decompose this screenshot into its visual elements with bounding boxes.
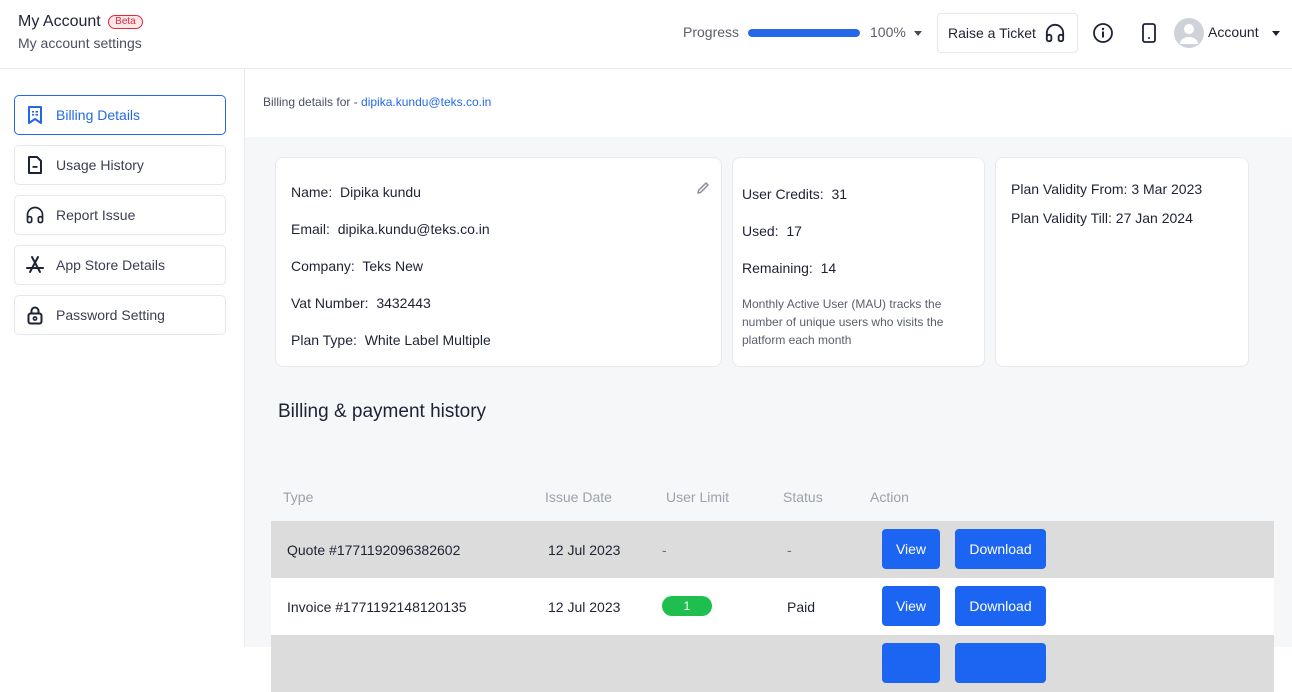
avatar[interactable]: [1174, 18, 1204, 48]
plan-validity-card: Plan Validity From: 3 Mar 2023 Plan Vali…: [995, 157, 1249, 367]
table-row: Invoice #1771192148120135 12 Jul 2023 1 …: [271, 578, 1274, 635]
company-value: Teks New: [362, 258, 424, 274]
sidebar: Billing Details Usage History Report Iss…: [0, 69, 245, 647]
sidebar-item-label: Usage History: [56, 157, 144, 173]
row-type: Quote #1771192096382602: [287, 542, 461, 558]
progress-fill: [748, 29, 860, 37]
used-value: 17: [786, 223, 802, 239]
sidebar-item-usage-history[interactable]: Usage History: [14, 145, 226, 185]
row-issue-date: 12 Jul 2023: [548, 542, 621, 558]
table-row: [271, 635, 1274, 692]
info-icon[interactable]: [1092, 22, 1114, 49]
remaining-label: Remaining:: [742, 260, 813, 276]
profile-plan-type: Plan Type: White Label Multiple: [291, 332, 491, 348]
sidebar-item-billing-details[interactable]: Billing Details: [14, 95, 226, 135]
page-subtitle: My account settings: [18, 35, 142, 52]
billing-for-text: Billing details for - dipika.kundu@teks.…: [263, 95, 491, 109]
billing-for-bar: Billing details for - dipika.kundu@teks.…: [245, 69, 1292, 137]
sidebar-item-report-issue[interactable]: Report Issue: [14, 195, 226, 235]
column-header-status: Status: [783, 489, 823, 505]
view-button[interactable]: View: [882, 529, 940, 569]
download-button[interactable]: Download: [955, 529, 1046, 569]
edit-pencil-icon[interactable]: [695, 180, 711, 201]
row-type: Invoice #1771192148120135: [287, 599, 467, 615]
progress-percent: 100%: [870, 24, 906, 40]
progress-bar: [748, 29, 860, 37]
user-limit-badge: 1: [662, 596, 712, 616]
view-button[interactable]: [882, 643, 940, 683]
progress-dropdown-caret-icon[interactable]: [914, 31, 922, 36]
column-header-issue-date: Issue Date: [545, 489, 612, 505]
row-status: -: [787, 542, 792, 558]
document-icon: [25, 155, 45, 175]
name-label: Name:: [291, 184, 333, 200]
page-title: My Account: [18, 13, 101, 30]
main-content: Billing details for - dipika.kundu@teks.…: [245, 69, 1292, 692]
vat-label: Vat Number:: [291, 295, 369, 311]
column-header-user-limit: User Limit: [666, 489, 730, 505]
headphones-icon: [25, 205, 45, 225]
mobile-phone-icon[interactable]: [1140, 22, 1158, 49]
sidebar-item-label: Billing Details: [56, 107, 141, 123]
user-icon: [1180, 24, 1198, 44]
history-section-title: Billing & payment history: [278, 401, 487, 422]
sidebar-item-label: App Store Details: [56, 257, 165, 273]
sidebar-item-label: Report Issue: [56, 207, 136, 223]
billing-email-link[interactable]: dipika.kundu@teks.co.in: [361, 95, 491, 109]
user-credits: User Credits: 31: [742, 186, 847, 202]
user-credits-label: User Credits:: [742, 186, 824, 202]
sidebar-item-password-setting[interactable]: Password Setting: [14, 295, 226, 335]
top-header: My Account Beta My account settings Prog…: [0, 0, 1292, 69]
profile-email: Email: dipika.kundu@teks.co.in: [291, 221, 490, 237]
profile-name: Name: Dipika kundu: [291, 184, 421, 200]
plan-validity-from: Plan Validity From: 3 Mar 2023: [1011, 181, 1203, 197]
column-header-type: Type: [283, 489, 314, 505]
used-label: Used:: [742, 223, 779, 239]
credits-card: User Credits: 31 Used: 17 Remaining: 14 …: [732, 157, 985, 367]
account-caret-icon[interactable]: [1272, 31, 1280, 36]
row-user-limit: -: [662, 542, 667, 558]
mau-description: Monthly Active User (MAU) tracks the num…: [742, 297, 944, 347]
email-label: Email:: [291, 221, 330, 237]
credits-used: Used: 17: [742, 223, 802, 239]
email-value: dipika.kundu@teks.co.in: [337, 221, 490, 237]
remaining-value: 14: [820, 260, 837, 276]
account-menu[interactable]: Account: [1208, 24, 1259, 40]
sidebar-item-label: Password Setting: [56, 307, 165, 323]
billing-for-prefix: Billing details for -: [263, 95, 362, 109]
sidebar-item-app-store-details[interactable]: App Store Details: [14, 245, 226, 285]
row-issue-date: 12 Jul 2023: [548, 599, 621, 615]
plan-type-label: Plan Type:: [291, 332, 357, 348]
profile-card: Name: Dipika kundu Email: dipika.kundu@t…: [275, 157, 722, 367]
title-block: My Account Beta My account settings: [18, 13, 143, 51]
name-value: Dipika kundu: [340, 184, 421, 200]
profile-vat: Vat Number: 3432443: [291, 295, 431, 311]
plan-type-value: White Label Multiple: [364, 332, 491, 348]
profile-company: Company: Teks New: [291, 258, 423, 274]
table-row: Quote #1771192096382602 12 Jul 2023 - - …: [271, 521, 1274, 578]
row-status: Paid: [787, 599, 816, 615]
user-credits-value: 31: [831, 186, 848, 202]
vat-value: 3432443: [376, 295, 431, 311]
receipt-icon: [25, 105, 45, 125]
app-store-icon: [25, 255, 45, 275]
plan-validity-till: Plan Validity Till: 27 Jan 2024: [1011, 210, 1193, 226]
company-label: Company:: [291, 258, 355, 274]
headphones-icon: [1045, 23, 1065, 43]
download-button[interactable]: Download: [955, 586, 1046, 626]
column-header-action: Action: [870, 489, 909, 505]
view-button[interactable]: View: [882, 586, 940, 626]
download-button[interactable]: [955, 643, 1046, 683]
credits-remaining: Remaining: 14: [742, 260, 836, 276]
raise-ticket-button[interactable]: Raise a Ticket: [937, 13, 1078, 53]
progress-label: Progress: [683, 24, 740, 40]
raise-ticket-label: Raise a Ticket: [948, 25, 1036, 41]
beta-badge: Beta: [108, 15, 143, 29]
lock-icon: [25, 305, 45, 325]
